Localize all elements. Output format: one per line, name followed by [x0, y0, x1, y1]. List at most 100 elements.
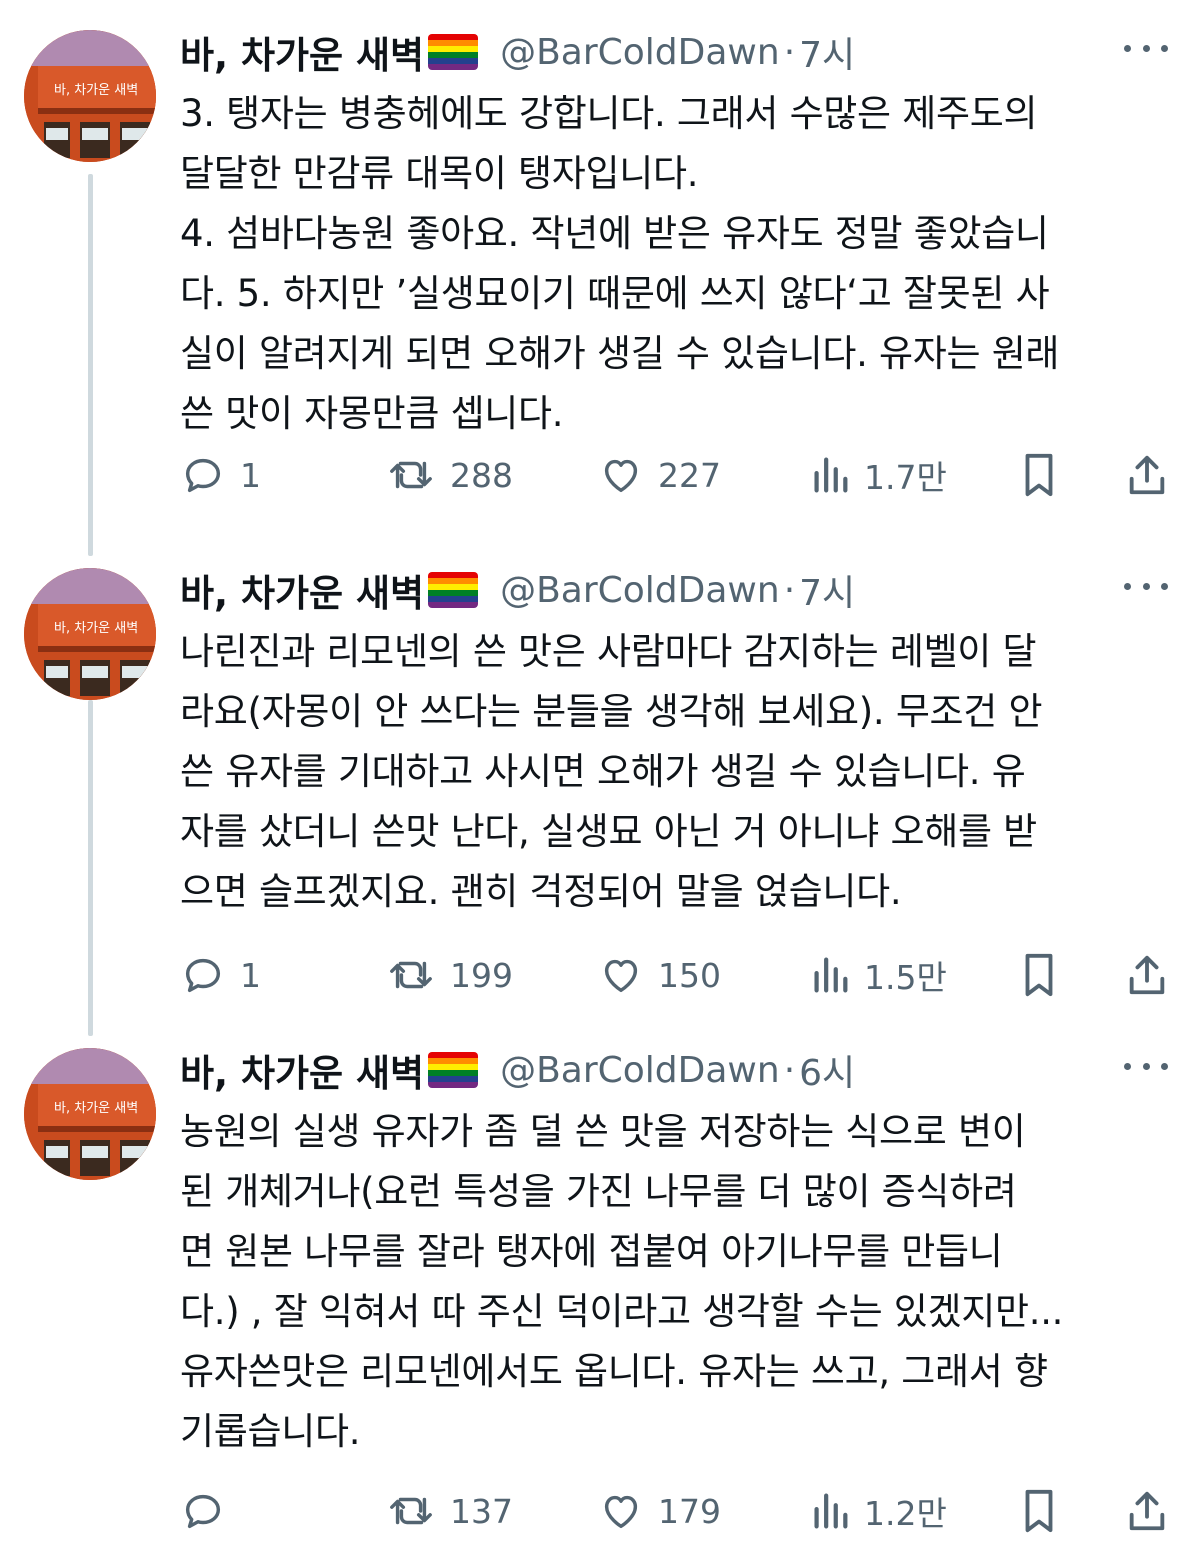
tweet-text-line: 3. 탱자는 병충헤에도 강합니다. 그래서 수많은 제주도의 [180, 92, 1038, 135]
tweet-text: 3. 탱자는 병충헤에도 강합니다. 그래서 수많은 제주도의 달달한 만감류 … [180, 84, 1160, 444]
avatar-image: 바, 차가운 새벽 [24, 568, 156, 700]
tweet-header: 바, 차가운 새벽 @BarColdDawn · 7시 [180, 26, 1176, 78]
avatar-sign-text: 바, 차가운 새벽 [54, 1101, 138, 1116]
tweet-text-line: 다. 5. 하지만 ’실생묘이기 때문에 쓰지 않다‘고 잘못된 사 [180, 272, 1050, 315]
retweet-icon [390, 461, 432, 489]
retweet-button[interactable]: 137 [386, 1486, 513, 1536]
view-count: 1.7만 [864, 458, 947, 497]
retweet-count: 137 [450, 1491, 513, 1531]
bookmark-icon [1025, 953, 1053, 997]
tweet-text-line: 라요(자몽이 안 쓰다는 분들을 생각해 보세요). 무조건 안 [180, 690, 1043, 733]
views-button[interactable]: 1.7만 [810, 450, 947, 500]
rainbow-flag-icon [428, 34, 479, 70]
tweet-text-line: 쓴 유자를 기대하고 사시면 오해가 생길 수 있습니다. 유 [180, 750, 1026, 793]
tweet-thread: 바, 차가운 새벽 바, 차가운 새벽 @BarColdDawn · 7시 3.… [0, 0, 1200, 1543]
bookmark-icon [1025, 453, 1053, 497]
reply-count: 1 [240, 455, 261, 495]
tweet-text-line: 농원의 실생 유자가 좀 덜 쓴 맛을 저장하는 식으로 변이 [180, 1110, 1026, 1153]
tweet-actions: 1 199 150 1.5만 [180, 950, 1176, 1000]
tweet-content: 바, 차가운 새벽 @BarColdDawn · 7시 3. 탱자는 병충헤에도… [180, 26, 1176, 497]
tweet-text-line: 유자쓴맛은 리모넨에서도 옵니다. 유자는 쓰고, 그래서 향 [180, 1350, 1048, 1393]
reply-icon [185, 1494, 221, 1529]
tweet[interactable]: 바, 차가운 새벽 바, 차가운 새벽 @BarColdDawn · 7시 [0, 0, 1200, 530]
author-handle[interactable]: @BarColdDawn [500, 32, 780, 73]
bookmark-icon [1025, 1489, 1053, 1533]
views-chart-icon [814, 957, 848, 993]
author-handle[interactable]: @BarColdDawn [500, 570, 780, 611]
like-button[interactable]: 150 [598, 950, 721, 1000]
rainbow-flag-icon [428, 1052, 479, 1088]
avatar-image: 바, 차가운 새벽 [24, 30, 156, 162]
share-icon [1129, 955, 1165, 995]
views-button[interactable]: 1.5만 [810, 950, 947, 1000]
tweet-time[interactable]: 6시 [799, 1044, 855, 1096]
share-button[interactable] [1124, 1486, 1170, 1536]
share-icon [1129, 1491, 1165, 1531]
tweet-actions: 1 288 227 1.7만 [180, 450, 1176, 500]
retweet-button[interactable]: 199 [386, 950, 513, 1000]
author-name[interactable]: 바, 차가운 새벽 [180, 25, 424, 79]
heart-icon [604, 959, 638, 993]
separator-dot: · [783, 31, 796, 73]
view-count: 1.5만 [864, 958, 947, 997]
tweet-text-line: 쓴 맛이 자몽만큼 셉니다. [180, 392, 564, 435]
tweet-time[interactable]: 7시 [799, 564, 855, 616]
reply-button[interactable]: 1 [180, 950, 261, 1000]
retweet-icon [390, 961, 432, 989]
author-name[interactable]: 바, 차가운 새벽 [180, 1043, 424, 1097]
views-button[interactable]: 1.2만 [810, 1486, 947, 1536]
tweet-text: 농원의 실생 유자가 좀 덜 쓴 맛을 저장하는 식으로 변이 된 개체거나(요… [180, 1102, 1160, 1462]
tweet-text-line: 면 원본 나무를 잘라 탱자에 접붙여 아기나무를 만듭니 [180, 1230, 1003, 1273]
more-dots-icon[interactable] [1124, 1056, 1168, 1076]
tweet-text-line: 다.) , 잘 익혀서 따 주신 덕이라고 생각할 수는 있겠지만... [180, 1290, 1064, 1333]
tweet-actions: 137 179 1.2만 [180, 1486, 1176, 1536]
views-chart-icon [814, 457, 848, 493]
bookmark-button[interactable] [1016, 1486, 1062, 1536]
reply-button[interactable]: 1 [180, 450, 261, 500]
retweet-icon [390, 1497, 432, 1525]
tweet[interactable]: 바, 차가운 새벽 바, 차가운 새벽 @BarColdDawn · 7시 [0, 540, 1200, 1010]
view-count: 1.2만 [864, 1494, 947, 1533]
avatar-image: 바, 차가운 새벽 [24, 1048, 156, 1180]
reply-count: 1 [240, 955, 261, 995]
tweet-content: 바, 차가운 새벽 @BarColdDawn · 6시 농원의 실생 유자가 좀… [180, 1044, 1176, 1533]
rainbow-flag-icon [428, 572, 479, 608]
avatar[interactable]: 바, 차가운 새벽 [24, 568, 156, 700]
more-dots-icon[interactable] [1124, 576, 1168, 596]
avatar-sign-text: 바, 차가운 새벽 [54, 621, 138, 636]
tweet-time[interactable]: 7시 [799, 26, 855, 78]
tweet-text-line: 기롭습니다. [180, 1410, 361, 1453]
tweet-text-line: 으면 슬프겠지요. 괜히 걱정되어 말을 얹습니다. [180, 870, 902, 913]
reply-button[interactable] [180, 1486, 240, 1536]
more-dots-icon[interactable] [1124, 38, 1168, 58]
reply-icon [185, 958, 221, 993]
tweet-text-line: 된 개체거나(요런 특성을 가진 나무를 더 많이 증식하려 [180, 1170, 1017, 1213]
tweet-text-line: 달달한 만감류 대목이 탱자입니다. [180, 152, 699, 195]
like-count: 227 [658, 455, 721, 495]
avatar[interactable]: 바, 차가운 새벽 [24, 1048, 156, 1180]
bookmark-button[interactable] [1016, 450, 1062, 500]
tweet-header: 바, 차가운 새벽 @BarColdDawn · 7시 [180, 564, 1176, 616]
share-button[interactable] [1124, 950, 1170, 1000]
tweet[interactable]: 바, 차가운 새벽 바, 차가운 새벽 @BarColdDawn · 6시 농원… [0, 1020, 1200, 1543]
like-button[interactable]: 179 [598, 1486, 721, 1536]
like-count: 150 [658, 955, 721, 995]
separator-dot: · [783, 1049, 796, 1091]
tweet-text-line: 나린진과 리모넨의 쓴 맛은 사람마다 감지하는 레벨이 달 [180, 630, 1037, 673]
heart-icon [604, 459, 638, 493]
author-name[interactable]: 바, 차가운 새벽 [180, 563, 424, 617]
author-handle[interactable]: @BarColdDawn [500, 1050, 780, 1091]
like-count: 179 [658, 1491, 721, 1531]
tweet-header: 바, 차가운 새벽 @BarColdDawn · 6시 [180, 1044, 1176, 1096]
retweet-button[interactable]: 288 [386, 450, 513, 500]
avatar[interactable]: 바, 차가운 새벽 [24, 30, 156, 162]
share-button[interactable] [1124, 450, 1170, 500]
tweet-content: 바, 차가운 새벽 @BarColdDawn · 7시 나린진과 리모넨의 쓴 … [180, 564, 1176, 997]
separator-dot: · [783, 569, 796, 611]
reply-icon [185, 458, 221, 493]
retweet-count: 288 [450, 455, 513, 495]
tweet-text: 나린진과 리모넨의 쓴 맛은 사람마다 감지하는 레벨이 달 라요(자몽이 안 … [180, 622, 1160, 922]
bookmark-button[interactable] [1016, 950, 1062, 1000]
share-icon [1129, 455, 1165, 495]
like-button[interactable]: 227 [598, 450, 721, 500]
